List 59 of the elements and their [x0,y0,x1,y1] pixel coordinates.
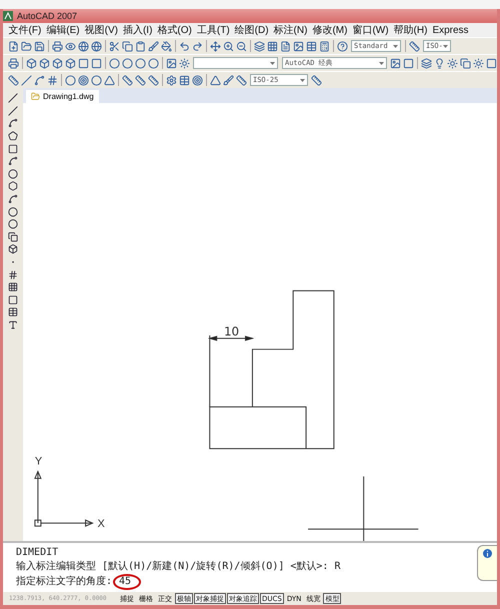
menu-item[interactable]: 绘图(D) [233,23,270,37]
menu-item[interactable]: 编辑(E) [44,23,82,37]
sun-icon[interactable] [446,56,459,70]
circle-icon[interactable] [6,168,20,180]
paste-icon[interactable] [134,38,147,54]
caret-icon [443,44,448,48]
menu-item[interactable]: 格式(O) [156,23,194,37]
document-icon[interactable] [279,38,292,54]
dimension-text: 10 [224,324,240,338]
command-history-line: 输入标注编辑类型 [默认(H)/新建(N)/旋转(R)/倾斜(O)] <默认>: R [16,560,340,574]
menu-item[interactable]: 帮助(H) [392,23,429,37]
ucs-axes-icon [34,470,94,527]
globe-icon[interactable] [77,38,90,54]
arc-icon[interactable] [6,154,20,168]
caret-icon [270,62,275,64]
print-icon[interactable] [7,56,20,70]
folder-icon [31,92,40,101]
cube-icon[interactable] [51,56,64,70]
window-title: AutoCAD 2007 [17,11,78,21]
brush-icon[interactable] [147,38,160,54]
document-tab[interactable]: Drawing1.dwg [26,90,99,103]
command-input[interactable]: 45 [113,574,142,590]
help-icon[interactable] [336,38,349,54]
sun-icon[interactable] [178,56,191,70]
globe-icon[interactable] [90,38,103,54]
info-icon [483,549,492,558]
layers-icon[interactable] [253,38,266,54]
paint-icon[interactable] [160,38,173,54]
menu-item[interactable]: 视图(V) [83,23,120,37]
print-icon[interactable] [51,38,64,54]
copy-icon[interactable] [121,38,134,54]
command-history-line: DIMEDIT [16,546,58,560]
menu-item[interactable]: 标注(N) [272,23,309,37]
menu-item[interactable]: 插入(I) [121,23,154,37]
axis-label: Y [34,456,42,468]
line-icon[interactable] [6,92,20,105]
caret-icon [300,78,305,82]
cube-icon[interactable] [38,56,51,70]
calculator-icon[interactable] [318,38,331,54]
caret-icon [379,62,384,64]
pan-icon[interactable] [209,38,222,54]
menu-item[interactable]: 文件(F) [7,23,43,37]
rectangle-icon[interactable] [6,142,20,155]
menu-item[interactable]: 修改(M) [310,23,349,37]
menu-item[interactable]: Express [430,24,470,36]
cube-icon[interactable] [25,56,38,70]
axis-label: X [98,518,105,530]
app-logo-icon [3,11,13,21]
command-prompt: 指定标注文字的角度: [16,576,112,587]
table-icon[interactable] [6,306,20,319]
menu-item[interactable]: 窗口(W) [350,23,390,37]
new-file-icon[interactable] [7,38,20,54]
notification-balloon[interactable] [477,545,497,581]
layers-icon[interactable] [420,56,433,70]
text-icon[interactable] [6,318,20,332]
caret-icon [393,44,398,48]
menu-item[interactable]: 工具(T) [195,23,232,37]
cube-icon[interactable] [64,56,77,70]
polygon-icon[interactable] [6,130,20,142]
